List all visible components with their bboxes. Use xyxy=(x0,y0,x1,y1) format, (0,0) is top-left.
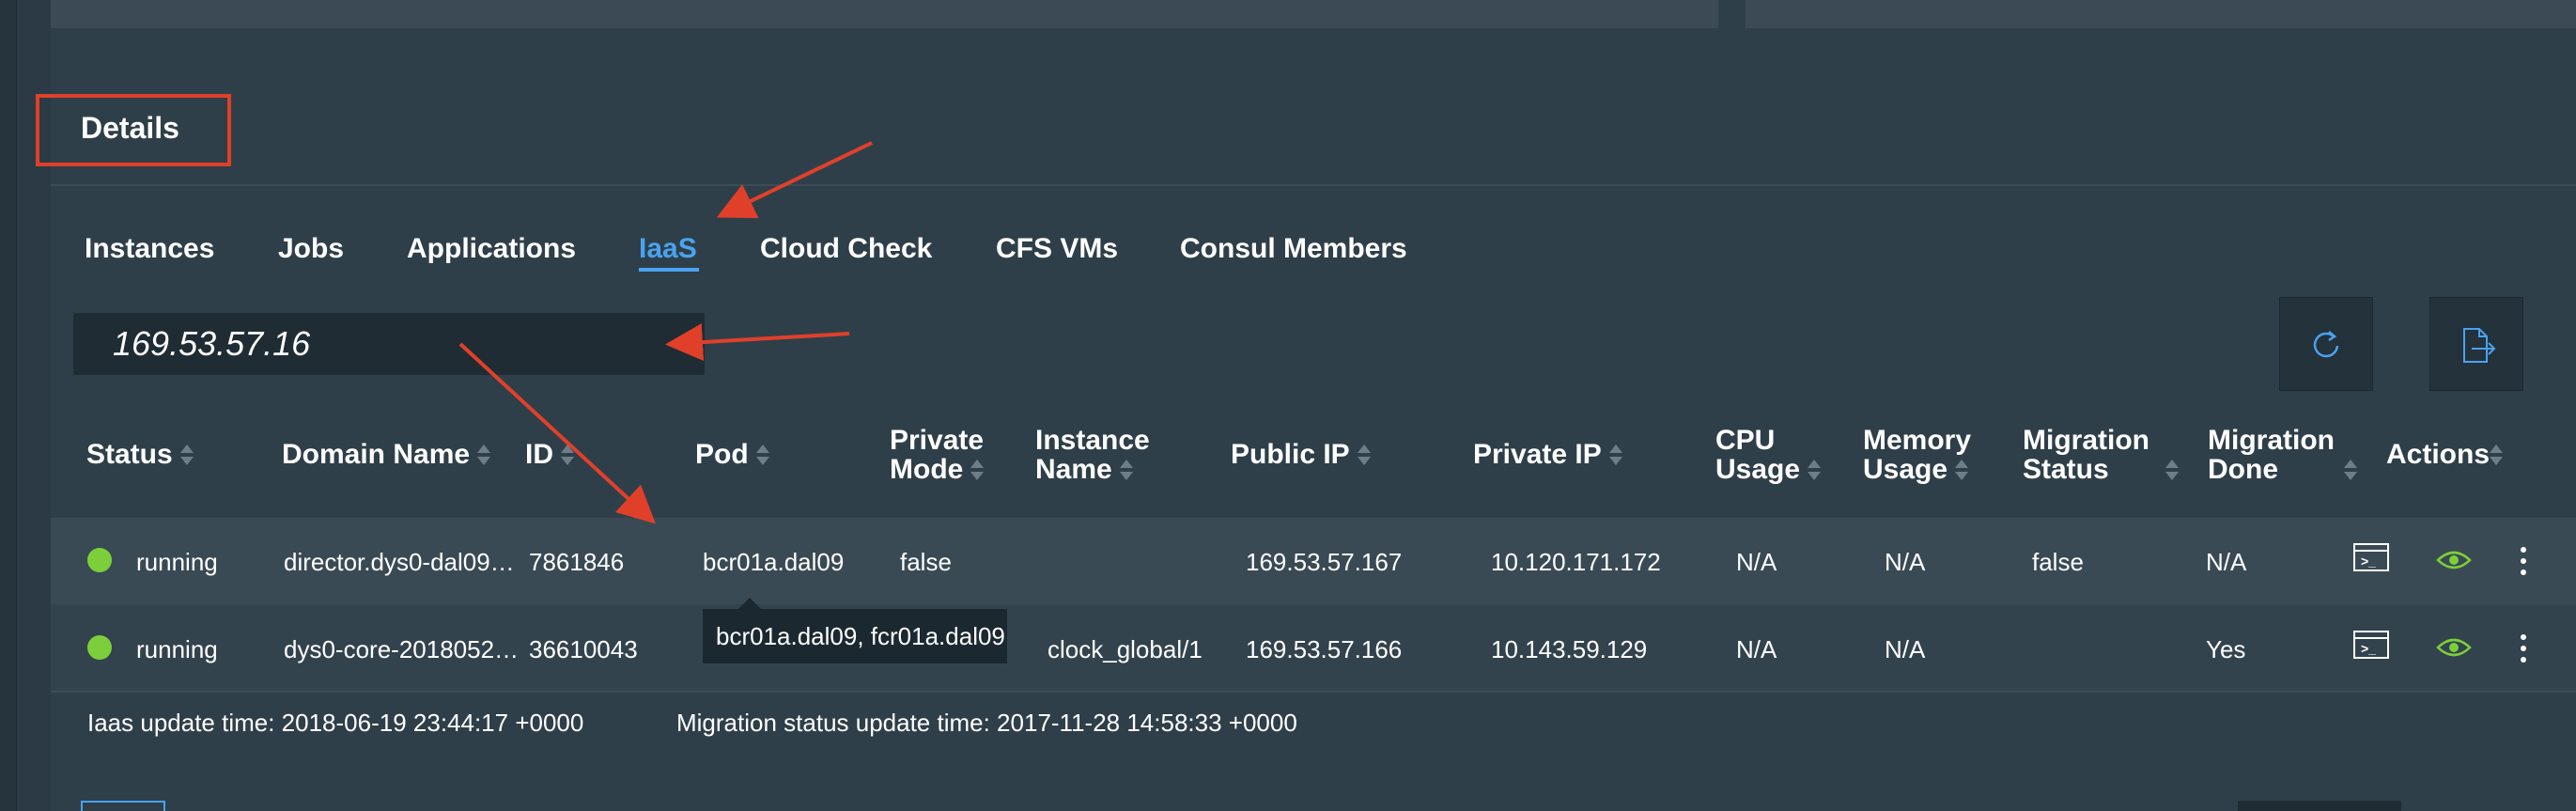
arrow-to-search-input xyxy=(665,323,850,362)
arrow-to-pod-cell xyxy=(458,342,656,524)
arrow-to-iaas-tab xyxy=(716,141,873,219)
annotation-arrows xyxy=(458,141,873,524)
